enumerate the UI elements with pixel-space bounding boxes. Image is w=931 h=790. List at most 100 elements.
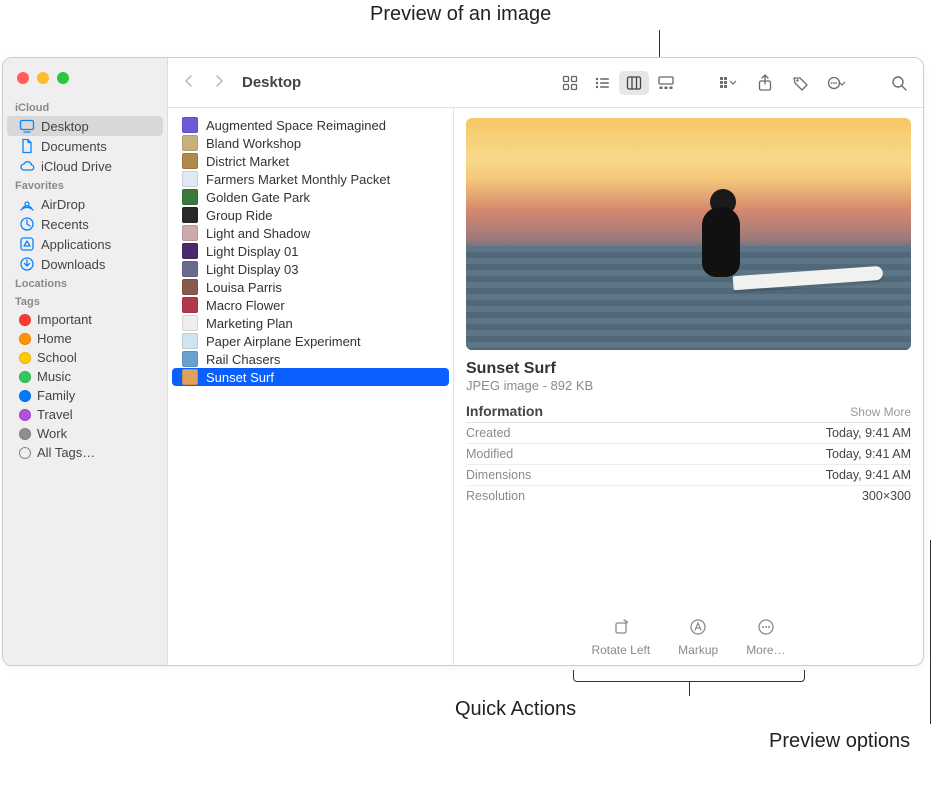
quick-actions-row: Rotate Left Markup More… [466,587,911,657]
sidebar-item-label: All Tags… [37,445,95,460]
callout-line [659,30,660,60]
sidebar-item[interactable]: Documents [7,136,163,156]
maximize-button[interactable] [57,72,69,84]
sidebar-item-label: iCloud Drive [41,159,112,174]
file-name-label: Paper Airplane Experiment [206,334,361,349]
close-button[interactable] [17,72,29,84]
show-more-button[interactable]: Show More [850,405,911,419]
sidebar-item[interactable]: iCloud Drive [7,156,163,176]
file-thumbnail-icon [182,189,198,205]
cloud-icon [19,158,35,174]
content-area: Augmented Space ReimaginedBland Workshop… [168,108,923,665]
file-row[interactable]: Rail Chasers [172,350,449,368]
toolbar: Desktop [168,58,923,108]
info-header: Information Show More [466,403,911,423]
view-gallery-button[interactable] [651,71,681,95]
file-row[interactable]: Light and Shadow [172,224,449,242]
file-thumbnail-icon [182,171,198,187]
sidebar-item-label: Desktop [41,119,89,134]
file-name-label: Group Ride [206,208,272,223]
file-thumbnail-icon [182,207,198,223]
desktop-icon [19,118,35,134]
sidebar-item[interactable]: Desktop [7,116,163,136]
file-row[interactable]: Light Display 03 [172,260,449,278]
sidebar-item[interactable]: Recents [7,214,163,234]
sidebar-heading: Tags [3,292,167,310]
view-list-button[interactable] [587,71,617,95]
info-row: DimensionsToday, 9:41 AM [466,465,911,486]
info-value: Today, 9:41 AM [826,447,911,461]
tag-dot-icon [19,447,31,459]
file-thumbnail-icon [182,351,198,367]
file-row[interactable]: Augmented Space Reimagined [172,116,449,134]
sidebar-item[interactable]: Travel [7,405,163,424]
callout-line [689,682,690,696]
tags-button[interactable] [787,71,815,95]
more-button[interactable] [823,71,851,95]
file-row[interactable]: District Market [172,152,449,170]
info-heading: Information [466,403,543,419]
sidebar-item[interactable]: AirDrop [7,194,163,214]
breadcrumb-title: Desktop [242,74,301,91]
info-value: Today, 9:41 AM [826,426,911,440]
minimize-button[interactable] [37,72,49,84]
sidebar-item[interactable]: Home [7,329,163,348]
file-name-label: Light Display 01 [206,244,299,259]
quick-action-more[interactable]: More… [746,615,785,657]
file-row[interactable]: Macro Flower [172,296,449,314]
tag-dot-icon [19,409,31,421]
sidebar-heading: Locations [3,274,167,292]
sidebar-item[interactable]: School [7,348,163,367]
view-icons-button[interactable] [555,71,585,95]
sidebar-item[interactable]: Important [7,310,163,329]
download-icon [19,256,35,272]
finder-window: iCloudDesktopDocumentsiCloud DriveFavori… [2,57,924,666]
file-name-label: Augmented Space Reimagined [206,118,386,133]
file-name-label: District Market [206,154,289,169]
back-button[interactable] [178,70,200,95]
sidebar-item[interactable]: Downloads [7,254,163,274]
callout-bracket [573,670,805,682]
file-row[interactable]: Farmers Market Monthly Packet [172,170,449,188]
file-name-label: Farmers Market Monthly Packet [206,172,390,187]
sidebar-item[interactable]: All Tags… [7,443,163,462]
file-row[interactable]: Group Ride [172,206,449,224]
tag-dot-icon [19,352,31,364]
sidebar-item-label: Work [37,426,67,441]
tag-dot-icon [19,390,31,402]
file-row[interactable]: Sunset Surf [172,368,449,386]
sidebar-item[interactable]: Applications [7,234,163,254]
sidebar-item-label: School [37,350,77,365]
file-thumbnail-icon [182,117,198,133]
sidebar-item[interactable]: Music [7,367,163,386]
file-row[interactable]: Louisa Parris [172,278,449,296]
quick-action-rotate[interactable]: Rotate Left [591,615,650,657]
file-row[interactable]: Light Display 01 [172,242,449,260]
file-row[interactable]: Bland Workshop [172,134,449,152]
forward-button[interactable] [208,70,230,95]
file-name-label: Louisa Parris [206,280,282,295]
share-button[interactable] [751,71,779,95]
file-thumbnail-icon [182,315,198,331]
sidebar-item-label: Applications [41,237,111,252]
sidebar-item[interactable]: Work [7,424,163,443]
sidebar-item-label: Travel [37,407,73,422]
file-thumbnail-icon [182,279,198,295]
callout-quick-actions: Quick Actions [455,698,576,721]
markup-icon [684,615,712,639]
callout-preview-image: Preview of an image [370,3,551,26]
file-row[interactable]: Paper Airplane Experiment [172,332,449,350]
info-key: Resolution [466,489,525,503]
quick-action-markup[interactable]: Markup [678,615,718,657]
sidebar-item[interactable]: Family [7,386,163,405]
file-thumbnail-icon [182,225,198,241]
view-columns-button[interactable] [619,71,649,95]
sidebar-heading: Favorites [3,176,167,194]
file-row[interactable]: Marketing Plan [172,314,449,332]
file-thumbnail-icon [182,333,198,349]
file-thumbnail-icon [182,135,198,151]
file-row[interactable]: Golden Gate Park [172,188,449,206]
quick-action-label: Markup [678,643,718,657]
search-button[interactable] [885,71,913,95]
group-button[interactable] [715,71,743,95]
